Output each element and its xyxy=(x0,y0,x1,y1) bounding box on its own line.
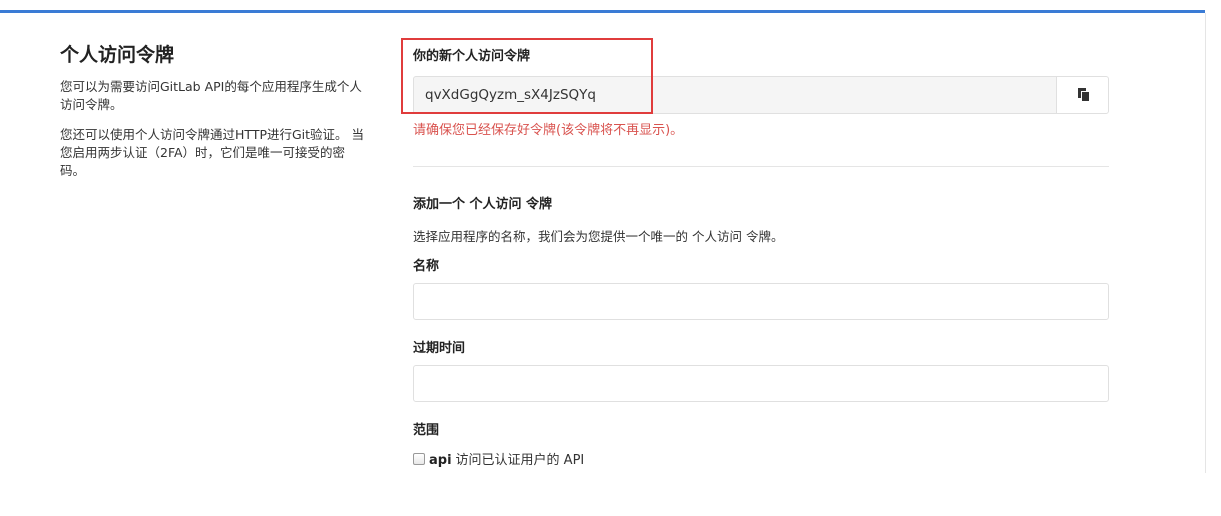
scope-api-name: api xyxy=(429,453,452,468)
add-token-description: 选择应用程序的名称，我们会为您提供一个唯一的 个人访问 令牌。 xyxy=(413,229,784,244)
name-input[interactable] xyxy=(413,283,1109,320)
description-api: 您可以为需要访问GitLab API的每个应用程序生成个人访问令牌。 xyxy=(60,79,362,112)
top-accent-border xyxy=(0,10,1205,13)
name-label: 名称 xyxy=(413,259,440,274)
token-warning: 请确保您已经保存好令牌(该令牌将不再显示)。 xyxy=(413,123,684,138)
new-token-label: 你的新个人访问令牌 xyxy=(413,49,531,64)
expires-label: 过期时间 xyxy=(413,341,466,356)
scope-item-api: api 访问已认证用户的 API xyxy=(413,451,584,471)
expires-input[interactable] xyxy=(413,365,1109,402)
copy-token-button[interactable] xyxy=(1056,76,1109,114)
section-divider xyxy=(413,166,1109,167)
description-git-http: 您还可以使用个人访问令牌通过HTTP进行Git验证。 当您启用两步认证（2FA）… xyxy=(60,127,365,178)
scopes-label: 范围 xyxy=(413,423,440,438)
left-column: 个人访问令牌 您可以为需要访问GitLab API的每个应用程序生成个人访问令牌… xyxy=(60,42,380,192)
scope-api-checkbox[interactable] xyxy=(413,453,425,465)
right-column: 你的新个人访问令牌 请确保您已经保存好令牌(该令牌将不再显示)。 添加一个 个人… xyxy=(401,38,1109,468)
clipboard-icon xyxy=(1078,88,1090,102)
new-token-field[interactable] xyxy=(413,76,1056,114)
right-border xyxy=(1205,13,1206,473)
scope-api-description: 访问已认证用户的 API xyxy=(455,453,585,468)
page-title: 个人访问令牌 xyxy=(60,44,175,66)
new-token-group xyxy=(413,76,1109,114)
add-token-title: 添加一个 个人访问 令牌 xyxy=(413,197,553,212)
